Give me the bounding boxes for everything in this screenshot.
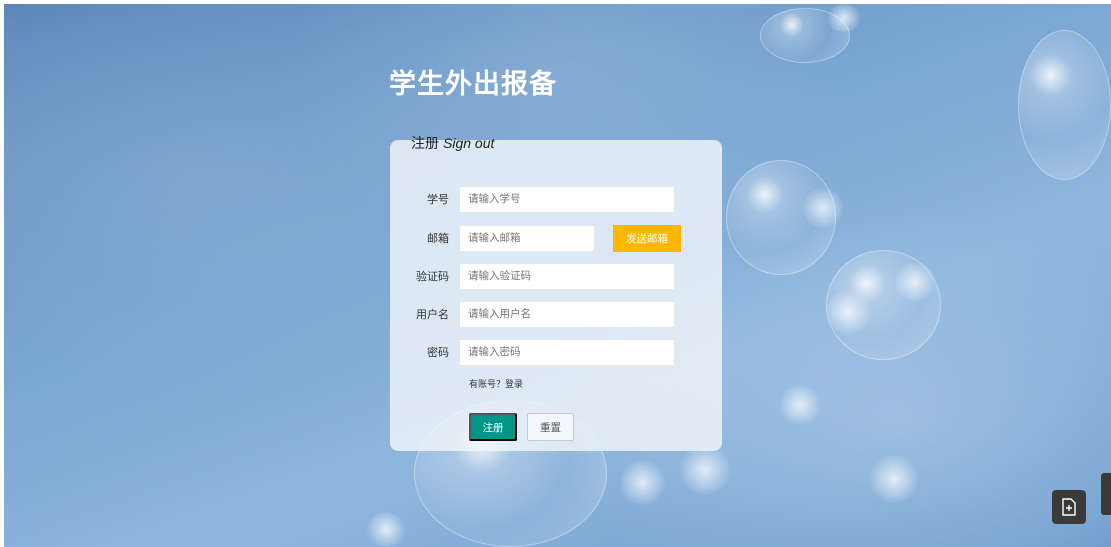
- bubble-decoration: [826, 4, 862, 32]
- send-email-button[interactable]: 发送邮箱: [613, 225, 681, 252]
- email-label: 邮箱: [427, 232, 449, 245]
- bubble-decoration: [895, 262, 935, 302]
- student-id-row: 学号: [390, 185, 675, 213]
- student-id-label: 学号: [427, 193, 449, 206]
- form-heading-cn: 注册: [411, 136, 439, 152]
- window-border: [0, 0, 1111, 4]
- bubble-decoration: [803, 188, 843, 228]
- password-input[interactable]: [459, 338, 675, 366]
- bubble-decoration: [366, 512, 406, 547]
- bubble-decoration: [780, 385, 820, 425]
- student-id-input[interactable]: [459, 185, 675, 213]
- username-input[interactable]: [459, 300, 675, 328]
- code-input[interactable]: [459, 262, 675, 290]
- bubble-decoration: [680, 445, 730, 495]
- username-row: 用户名: [390, 300, 675, 328]
- file-add-icon: [1062, 498, 1076, 516]
- reset-button[interactable]: 重置: [527, 413, 574, 441]
- code-row: 验证码: [390, 262, 675, 290]
- bubble-decoration: [1018, 30, 1111, 180]
- password-label: 密码: [427, 346, 449, 359]
- email-row: 邮箱: [390, 224, 595, 252]
- form-heading: 注册 Sign out: [411, 133, 494, 153]
- side-tab[interactable]: [1101, 473, 1111, 515]
- email-input[interactable]: [459, 224, 595, 252]
- code-label: 验证码: [416, 270, 449, 283]
- page-title: 学生外出报备: [389, 69, 557, 100]
- password-row: 密码: [390, 338, 675, 366]
- bubble-decoration: [826, 290, 870, 334]
- username-label: 用户名: [416, 308, 449, 321]
- floating-action-button[interactable]: [1052, 490, 1086, 524]
- bubble-decoration: [620, 460, 665, 505]
- bubble-decoration: [870, 455, 918, 503]
- register-button[interactable]: 注册: [469, 413, 517, 441]
- form-heading-en: Sign out: [443, 135, 495, 151]
- login-link[interactable]: 有账号？登录: [469, 377, 523, 390]
- window-border: [0, 0, 4, 547]
